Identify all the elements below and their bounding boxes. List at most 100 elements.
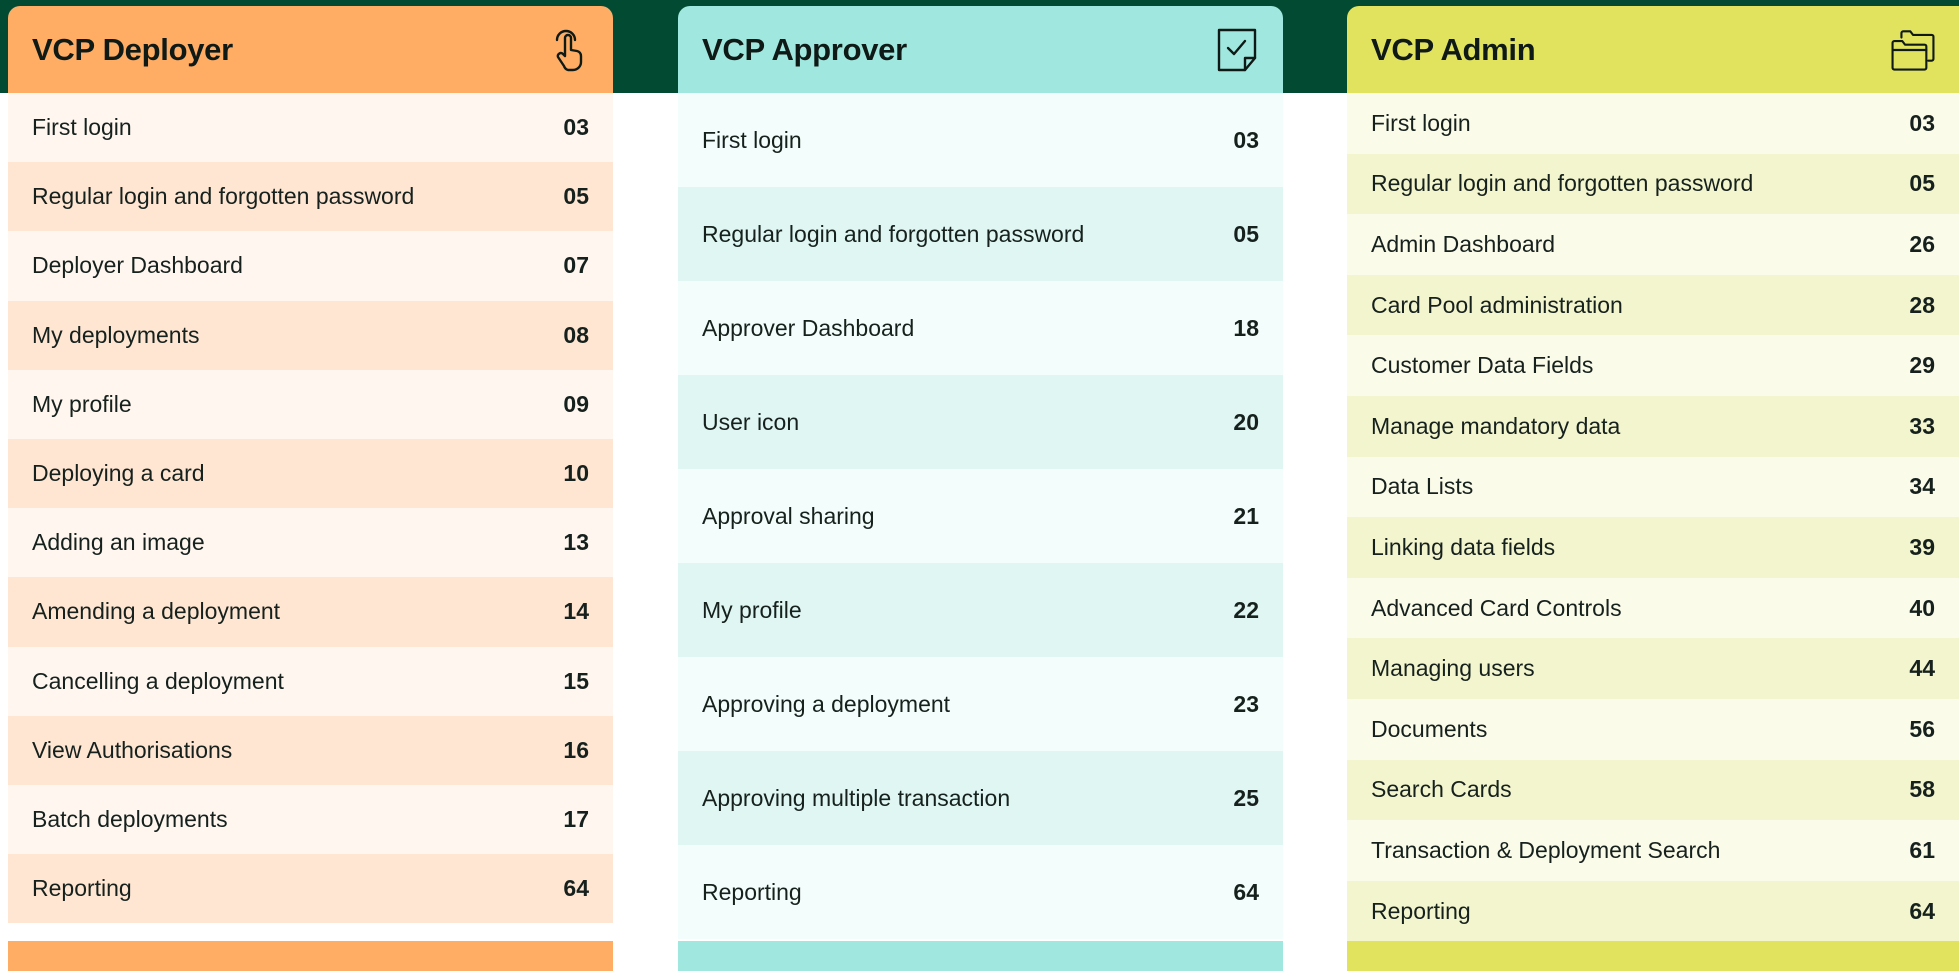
toc-row[interactable]: Approving a deployment 23 (678, 657, 1283, 751)
toc-row-page-number: 07 (563, 252, 589, 279)
toc-row[interactable]: Batch deployments 17 (8, 784, 613, 855)
toc-row-label: Regular login and forgotten password (702, 220, 1085, 247)
toc-row[interactable]: Regular login and forgotten password 05 (1347, 153, 1959, 215)
document-check-icon (1213, 26, 1261, 74)
toc-row-label: Card Pool administration (1371, 291, 1623, 318)
toc-row[interactable]: Manage mandatory data 33 (1347, 395, 1959, 457)
toc-row[interactable]: Data Lists 34 (1347, 456, 1959, 518)
toc-row[interactable]: Reporting 64 (8, 854, 613, 924)
toc-row-label: First login (1371, 109, 1471, 136)
toc-row-label: Approval sharing (702, 502, 875, 529)
toc-row-label: Approving multiple transaction (702, 784, 1011, 811)
toc-row-label: Data Lists (1371, 473, 1474, 500)
toc-row[interactable]: Approving multiple transaction 25 (678, 751, 1283, 845)
deployer-title: VCP Deployer (32, 31, 233, 67)
toc-row[interactable]: Admin Dashboard 26 (1347, 214, 1959, 275)
toc-row-label: Approving a deployment (702, 690, 951, 717)
toc-row[interactable]: User icon 20 (678, 375, 1283, 469)
admin-rows: First login 03 Regular login and forgotten… (1347, 93, 1959, 942)
toc-row[interactable]: My deployments 08 (8, 300, 613, 370)
toc-row[interactable]: Regular login and forgotten password 05 (8, 162, 613, 232)
toc-row-label: First login (702, 126, 802, 153)
approver-card-header: VCP Approver (678, 6, 1283, 93)
toc-row-label: User icon (702, 408, 800, 435)
toc-row[interactable]: Reporting 64 (1347, 880, 1959, 942)
toc-row-label: Advanced Card Controls (1371, 594, 1622, 621)
toc-row-label: Regular login and forgotten password (1371, 170, 1754, 197)
toc-row[interactable]: Search Cards 58 (1347, 759, 1959, 821)
toc-row-label: Reporting (702, 878, 802, 905)
toc-row-page-number: 13 (563, 529, 589, 556)
toc-row-page-number: 44 (1909, 655, 1935, 682)
toc-row-label: Batch deployments (32, 805, 228, 832)
admin-card-header: VCP Admin (1347, 6, 1959, 93)
toc-row-label: View Authorisations (32, 736, 233, 763)
folders-icon (1889, 26, 1937, 74)
toc-row-page-number: 34 (1909, 473, 1935, 500)
admin-card: VCP Admin First login 03 Regular login and… (1347, 6, 1959, 971)
toc-row-label: Regular login and forgotten password (32, 183, 415, 210)
toc-row[interactable]: View Authorisations 16 (8, 715, 613, 785)
toc-row[interactable]: Adding an image 13 (8, 508, 613, 578)
toc-row[interactable]: Deployer Dashboard 07 (8, 231, 613, 301)
toc-row[interactable]: Approval sharing 21 (678, 469, 1283, 563)
toc-row[interactable]: Card Pool administration 28 (1347, 274, 1959, 336)
toc-row-page-number: 39 (1909, 533, 1935, 560)
toc-row-label: My profile (32, 390, 132, 417)
toc-row[interactable]: Managing users 44 (1347, 638, 1959, 699)
toc-row-label: Documents (1371, 715, 1488, 742)
toc-row-label: Admin Dashboard (1371, 230, 1556, 257)
toc-row[interactable]: My profile 09 (8, 369, 613, 439)
toc-row[interactable]: My profile 22 (678, 563, 1283, 657)
toc-row-label: Deploying a card (32, 460, 205, 487)
toc-row-page-number: 64 (1909, 897, 1935, 924)
approver-rows: First login 03 Regular login and forgotten… (678, 93, 1283, 941)
toc-row-page-number: 56 (1909, 715, 1935, 742)
toc-row-label: Manage mandatory data (1371, 412, 1621, 439)
toc-row-page-number: 61 (1909, 836, 1935, 863)
approver-card: VCP Approver First login 03 Regular login … (678, 6, 1283, 971)
toc-row[interactable]: Regular login and forgotten password 05 (678, 187, 1283, 281)
toc-row[interactable]: Transaction & Deployment Search 61 (1347, 820, 1959, 881)
toc-row[interactable]: First login 03 (678, 93, 1283, 187)
toc-row-page-number: 03 (563, 114, 589, 141)
toc-row-label: Customer Data Fields (1371, 352, 1594, 379)
toc-row-page-number: 09 (563, 390, 589, 417)
toc-row-page-number: 05 (1909, 170, 1935, 197)
toc-row[interactable]: Advanced Card Controls 40 (1347, 577, 1959, 639)
toc-row-label: Deployer Dashboard (32, 252, 243, 279)
approver-title: VCP Approver (702, 31, 907, 67)
toc-row-page-number: 64 (563, 875, 589, 902)
toc-row[interactable]: First login 03 (1347, 93, 1959, 154)
toc-row-page-number: 17 (563, 805, 589, 832)
toc-row[interactable]: First login 03 (8, 93, 613, 163)
toc-row[interactable]: Linking data fields 39 (1347, 517, 1959, 578)
toc-row-label: First login (32, 114, 132, 141)
toc-row[interactable]: Reporting 64 (678, 845, 1283, 939)
admin-title: VCP Admin (1371, 31, 1536, 67)
toc-row[interactable]: Documents 56 (1347, 698, 1959, 760)
toc-row[interactable]: Approver Dashboard 18 (678, 281, 1283, 375)
toc-row-page-number: 58 (1909, 776, 1935, 803)
admin-card-footer (1347, 941, 1959, 971)
toc-row-page-number: 03 (1909, 109, 1935, 136)
toc-row-page-number: 14 (563, 598, 589, 625)
toc-row-page-number: 33 (1909, 412, 1935, 439)
toc-row-page-number: 03 (1233, 126, 1259, 153)
toc-row-page-number: 64 (1233, 878, 1259, 905)
toc-row-label: My profile (702, 596, 802, 623)
toc-row-page-number: 05 (1233, 220, 1259, 247)
deployer-card-footer (8, 941, 613, 971)
toc-row-label: Linking data fields (1371, 533, 1556, 560)
toc-row-page-number: 16 (563, 736, 589, 763)
toc-row-page-number: 29 (1909, 352, 1935, 379)
toc-row[interactable]: Deploying a card 10 (8, 438, 613, 509)
toc-row-page-number: 26 (1909, 230, 1935, 257)
deployer-card-header: VCP Deployer (8, 6, 613, 93)
toc-row[interactable]: Amending a deployment 14 (8, 577, 613, 647)
deployer-card: VCP Deployer First login 03 Regular login … (8, 6, 613, 971)
toc-row[interactable]: Cancelling a deployment 15 (8, 646, 613, 716)
toc-row[interactable]: Customer Data Fields 29 (1347, 335, 1959, 396)
toc-row-page-number: 08 (563, 321, 589, 348)
toc-row-label: Search Cards (1371, 776, 1512, 803)
